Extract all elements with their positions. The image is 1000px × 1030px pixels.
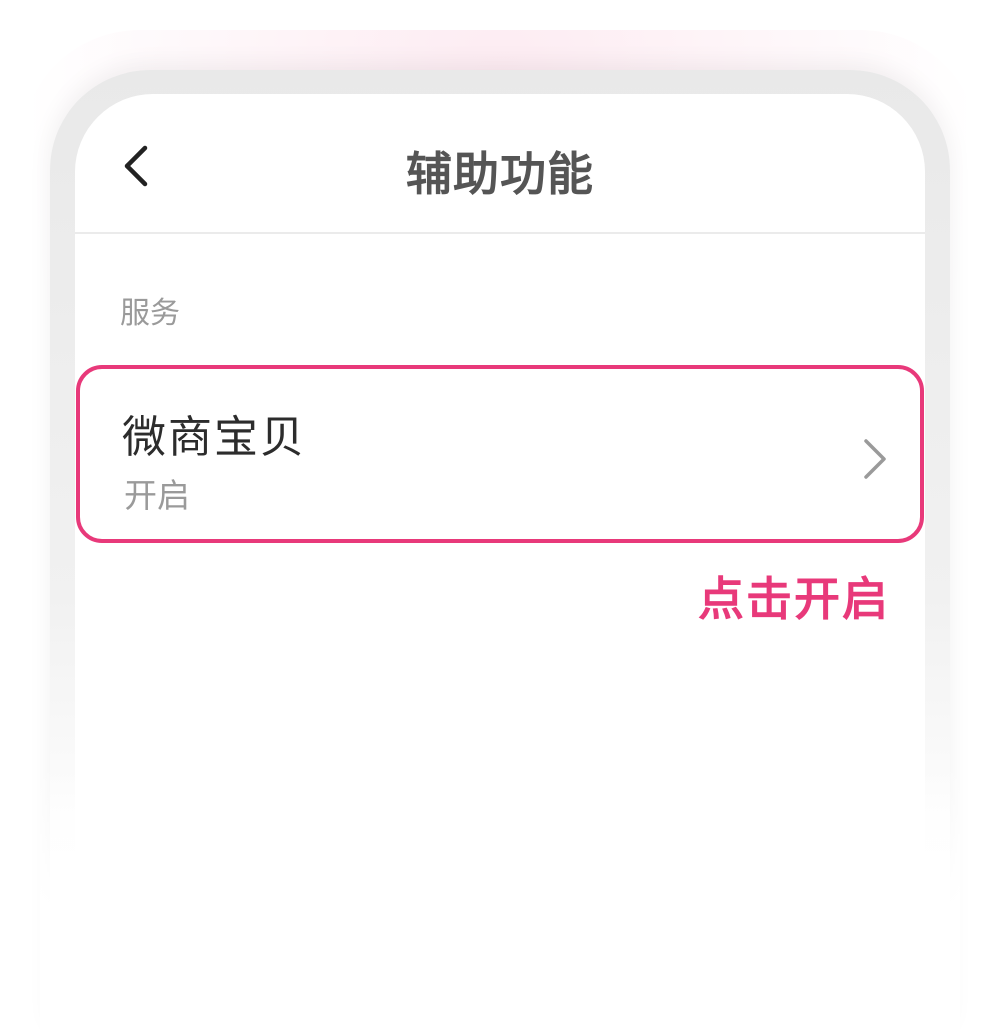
page-title: 辅助功能	[406, 147, 594, 201]
tap-to-enable-hint: 点击开启	[698, 572, 890, 626]
section-label: 服务	[120, 296, 180, 331]
phone-screen: 辅助功能 服务	[75, 94, 925, 1030]
nav-header: 辅助功能	[75, 94, 925, 234]
page: 辅助功能 服务 微商宝贝 开启 点击开启	[0, 0, 1000, 1030]
service-status: 开启	[124, 476, 190, 515]
chevron-right-icon	[864, 439, 886, 479]
service-name: 微商宝贝	[122, 412, 306, 463]
service-item-weishang-baobei[interactable]: 微商宝贝 开启	[76, 365, 924, 543]
